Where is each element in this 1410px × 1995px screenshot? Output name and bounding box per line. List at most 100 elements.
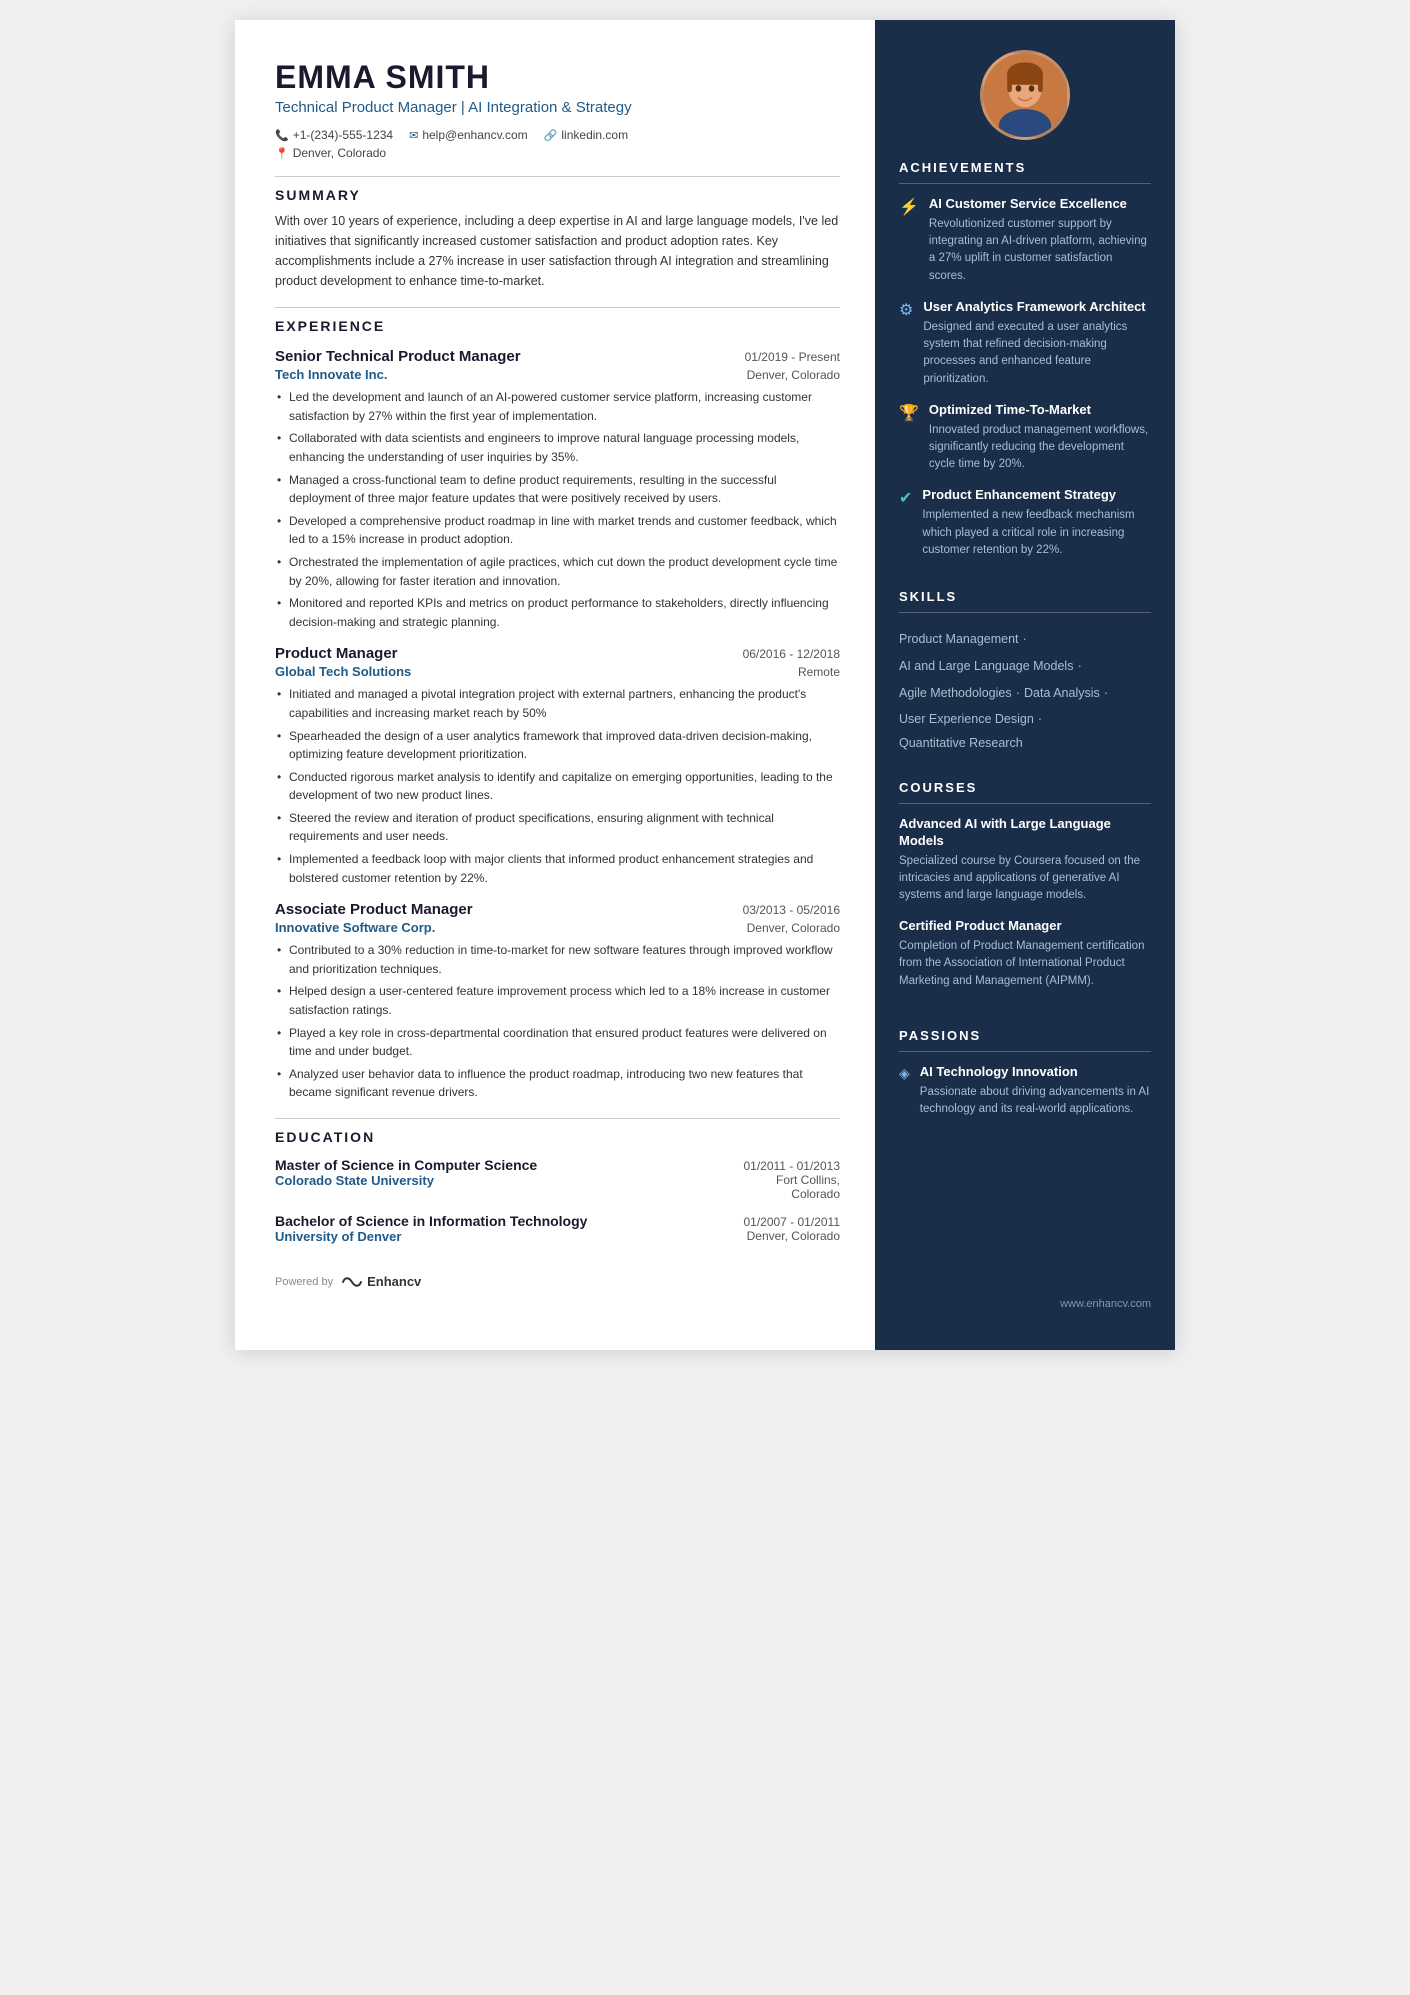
enhancv-logo-icon: [341, 1275, 363, 1289]
achievements-title: ACHIEVEMENTS: [899, 160, 1151, 175]
phone-icon: 📞: [275, 129, 289, 142]
skill-dot: ·: [1034, 710, 1043, 726]
gear-icon: ⚙: [899, 300, 913, 388]
bullet-item: Implemented a feedback loop with major c…: [275, 850, 840, 887]
course-1-title: Advanced AI with Large Language Models: [899, 816, 1151, 850]
degree-2-date: 01/2007 - 01/2011: [743, 1215, 840, 1229]
left-column: EMMA SMITH Technical Product Manager | A…: [235, 20, 875, 1350]
achievement-1-title: AI Customer Service Excellence: [929, 196, 1151, 213]
candidate-name: EMMA SMITH: [275, 60, 840, 95]
job-1-bullets: Led the development and launch of an AI-…: [275, 388, 840, 631]
job-1-header: Senior Technical Product Manager 01/2019…: [275, 348, 840, 365]
job-3-header: Associate Product Manager 03/2013 - 05/2…: [275, 901, 840, 918]
candidate-title: Technical Product Manager | AI Integrati…: [275, 99, 840, 116]
passions-section: PASSIONS ◈ AI Technology Innovation Pass…: [875, 1028, 1175, 1144]
experience-title: EXPERIENCE: [275, 318, 840, 334]
achievement-4-content: Product Enhancement Strategy Implemented…: [922, 487, 1151, 559]
profile-photo: [983, 50, 1067, 140]
job-1: Senior Technical Product Manager 01/2019…: [275, 348, 840, 631]
passions-title: PASSIONS: [899, 1028, 1151, 1043]
courses-title: COURSES: [899, 780, 1151, 795]
bolt-icon: ⚡: [899, 197, 919, 285]
bullet-item: Steered the review and iteration of prod…: [275, 809, 840, 846]
degree-2: Bachelor of Science in Information Techn…: [275, 1213, 840, 1244]
bullet-item: Conducted rigorous market analysis to id…: [275, 768, 840, 805]
job-3-title: Associate Product Manager: [275, 901, 473, 918]
bullet-item: Collaborated with data scientists and en…: [275, 429, 840, 466]
brand-name: Enhancv: [367, 1274, 421, 1289]
skills-title: SKILLS: [899, 589, 1151, 604]
achievement-1-content: AI Customer Service Excellence Revolutio…: [929, 196, 1151, 285]
bullet-item: Analyzed user behavior data to influence…: [275, 1065, 840, 1102]
degree-1-header: Master of Science in Computer Science 01…: [275, 1157, 840, 1173]
linkedin-contact: 🔗 linkedin.com: [544, 128, 628, 142]
achievement-3-title: Optimized Time-To-Market: [929, 402, 1151, 419]
bullet-item: Orchestrated the implementation of agile…: [275, 553, 840, 590]
location-text: Denver, Colorado: [293, 146, 386, 160]
phone-text: +1-(234)-555-1234: [293, 128, 393, 142]
experience-section: EXPERIENCE Senior Technical Product Mana…: [275, 307, 840, 1102]
achievement-3: 🏆 Optimized Time-To-Market Innovated pro…: [899, 402, 1151, 474]
bullet-item: Helped design a user-centered feature im…: [275, 982, 840, 1019]
job-3-date: 03/2013 - 05/2016: [743, 903, 840, 917]
bullet-item: Developed a comprehensive product roadma…: [275, 512, 840, 549]
check-icon: ✔: [899, 488, 912, 559]
bullet-item: Played a key role in cross-departmental …: [275, 1024, 840, 1061]
linkedin-text: linkedin.com: [561, 128, 628, 142]
achievement-4-desc: Implemented a new feedback mechanism whi…: [922, 507, 1151, 559]
job-2-location: Remote: [798, 665, 840, 679]
right-column: ACHIEVEMENTS ⚡ AI Customer Service Excel…: [875, 20, 1175, 1350]
email-icon: ✉: [409, 129, 418, 142]
job-2-company-row: Global Tech Solutions Remote: [275, 664, 840, 679]
bullet-item: Spearheaded the design of a user analyti…: [275, 727, 840, 764]
job-3-company: Innovative Software Corp.: [275, 920, 435, 935]
job-1-company-row: Tech Innovate Inc. Denver, Colorado: [275, 367, 840, 382]
courses-section: COURSES Advanced AI with Large Language …: [875, 780, 1175, 1020]
job-3-location: Denver, Colorado: [747, 921, 840, 935]
phone-contact: 📞 +1-(234)-555-1234: [275, 128, 393, 142]
passion-1-desc: Passionate about driving advancements in…: [920, 1084, 1151, 1119]
summary-section: SUMMARY With over 10 years of experience…: [275, 176, 840, 291]
contact-row: 📞 +1-(234)-555-1234 ✉ help@enhancv.com 🔗…: [275, 128, 840, 142]
trophy-icon: 🏆: [899, 403, 919, 474]
degree-1-date: 01/2011 - 01/2013: [743, 1159, 840, 1173]
footer-right: www.enhancv.com: [875, 1288, 1175, 1310]
degree-1-location: Fort Collins,Colorado: [776, 1173, 840, 1201]
achievement-2: ⚙ User Analytics Framework Architect Des…: [899, 299, 1151, 388]
location-row: 📍 Denver, Colorado: [275, 146, 840, 160]
job-1-location: Denver, Colorado: [747, 368, 840, 382]
degree-2-location: Denver, Colorado: [747, 1229, 840, 1244]
job-2-company: Global Tech Solutions: [275, 664, 411, 679]
degree-1: Master of Science in Computer Science 01…: [275, 1157, 840, 1201]
resume-container: EMMA SMITH Technical Product Manager | A…: [235, 20, 1175, 1350]
summary-text: With over 10 years of experience, includ…: [275, 211, 840, 291]
passion-1-title: AI Technology Innovation: [920, 1064, 1151, 1081]
course-2: Certified Product Manager Completion of …: [899, 918, 1151, 990]
summary-title: SUMMARY: [275, 187, 840, 203]
job-3-company-row: Innovative Software Corp. Denver, Colora…: [275, 920, 840, 935]
skill-item: Quantitative Research: [899, 736, 1023, 750]
achievement-4-title: Product Enhancement Strategy: [922, 487, 1151, 504]
bullet-item: Monitored and reported KPIs and metrics …: [275, 594, 840, 631]
skill-dot: ·: [1073, 657, 1082, 673]
achievement-4: ✔ Product Enhancement Strategy Implement…: [899, 487, 1151, 559]
avatar-area: [875, 20, 1175, 160]
skill-dot: ·: [1019, 630, 1028, 646]
skill-item: Agile Methodologies: [899, 686, 1012, 700]
skills-list: Product Management · AI and Large Langua…: [899, 625, 1151, 756]
link-icon: 🔗: [544, 129, 558, 142]
email-text: help@enhancv.com: [422, 128, 527, 142]
bullet-item: Initiated and managed a pivotal integrat…: [275, 685, 840, 722]
bullet-item: Managed a cross-functional team to defin…: [275, 471, 840, 508]
skill-dot: ·: [1100, 684, 1109, 700]
bullet-item: Led the development and launch of an AI-…: [275, 388, 840, 425]
achievement-2-title: User Analytics Framework Architect: [923, 299, 1151, 316]
course-2-desc: Completion of Product Management certifi…: [899, 938, 1151, 990]
job-2-title: Product Manager: [275, 645, 398, 662]
course-1: Advanced AI with Large Language Models S…: [899, 816, 1151, 905]
header: EMMA SMITH Technical Product Manager | A…: [275, 60, 840, 160]
course-1-desc: Specialized course by Coursera focused o…: [899, 853, 1151, 905]
location-icon: 📍: [275, 147, 289, 160]
footer-left: Powered by Enhancv: [275, 1274, 840, 1289]
achievement-1-desc: Revolutionized customer support by integ…: [929, 216, 1151, 285]
